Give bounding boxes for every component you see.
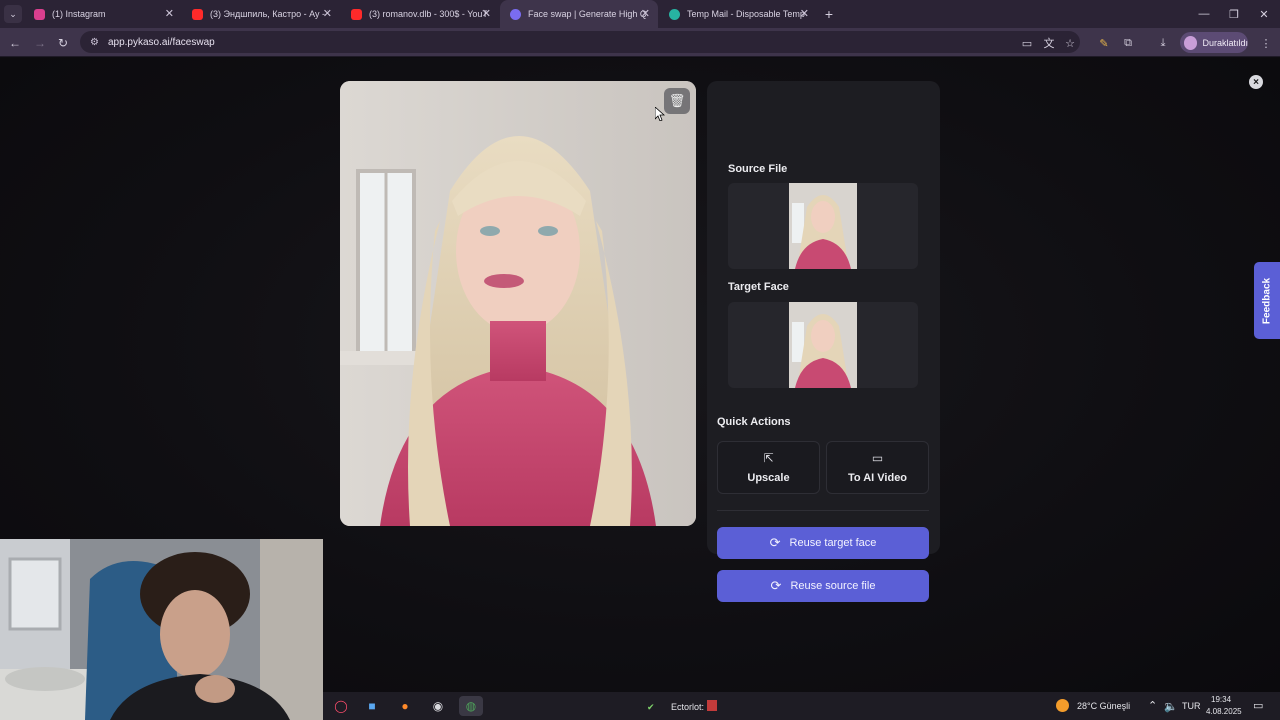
tab-faceswap[interactable]: Face swap | Generate High Qu ✕: [500, 0, 658, 28]
tab-title: (3) romanov.dlb - 300$ - YouTu: [369, 9, 487, 19]
to-ai-video-label: To AI Video: [847, 472, 908, 484]
video-icon: ▭: [871, 451, 884, 465]
source-thumbnail: [789, 183, 857, 269]
weather-icon[interactable]: [1056, 699, 1069, 712]
instagram-icon: [34, 8, 45, 20]
cast-icon[interactable]: ▭: [1018, 34, 1036, 52]
firefox-icon[interactable]: ●: [393, 696, 417, 716]
pykaso-icon: [510, 8, 521, 20]
tab-title: (3) Эндшпиль, Кастро - Ay - Yo: [210, 9, 328, 19]
clock-date[interactable]: 4.08.2025: [1206, 707, 1242, 716]
tab-close-icon[interactable]: ✕: [165, 7, 174, 20]
portrait-illustration: [340, 81, 696, 526]
tab-youtube-1[interactable]: (3) Эндшпиль, Кастро - Ay - Yo ✕: [182, 0, 340, 28]
reuse-target-face-button[interactable]: ⟳ Reuse target face: [717, 527, 929, 559]
source-file-title: Source File: [728, 163, 788, 175]
mouse-cursor: [655, 107, 665, 121]
upscale-icon: ⇱: [763, 451, 774, 465]
url-text: app.pykaso.ai/faceswap: [107, 36, 215, 48]
delete-image-button[interactable]: 🗑: [664, 88, 690, 114]
feedback-tab[interactable]: Feedback: [1254, 262, 1280, 339]
pen-extension-icon[interactable]: ✎: [1095, 34, 1113, 52]
notifications-icon[interactable]: ▭: [1253, 699, 1263, 712]
address-bar[interactable]: ⚙ app.pykaso.ai/faceswap: [80, 31, 1080, 53]
os-taskbar: ◯ ■ ● ◉ ◍ ✔ Ectorlot: 28°C Güneşli ⌃ ⌔ 🔈…: [323, 692, 1280, 720]
translate-icon[interactable]: 文: [1040, 34, 1058, 52]
upscale-label: Upscale: [747, 472, 790, 484]
bookmark-star-icon[interactable]: ☆: [1061, 34, 1079, 52]
tab-close-icon[interactable]: ✕: [641, 7, 650, 20]
chrome-icon[interactable]: ◍: [459, 696, 483, 716]
avatar: [1184, 35, 1198, 50]
back-icon[interactable]: ←: [6, 34, 24, 52]
trash-icon: 🗑: [668, 93, 686, 108]
youtube-icon: [192, 8, 203, 20]
tab-title: Face swap | Generate High Qu: [528, 9, 646, 19]
tab-title: Temp Mail - Disposable Tempo: [687, 9, 805, 19]
language-indicator[interactable]: TUR: [1182, 701, 1201, 711]
speaker-icon[interactable]: 🔈: [1164, 700, 1178, 713]
tab-youtube-2[interactable]: (3) romanov.dlb - 300$ - YouTu ✕: [341, 0, 499, 28]
target-face-title: Target Face: [728, 281, 789, 293]
minimize-button[interactable]: —: [1195, 5, 1213, 23]
quick-actions-title: Quick Actions: [717, 416, 791, 428]
download-icon[interactable]: ⤓: [1154, 34, 1172, 52]
close-modal-button[interactable]: ×: [1249, 75, 1263, 89]
maximize-button[interactable]: ❐: [1225, 5, 1243, 23]
file-explorer-icon[interactable]: ■: [360, 696, 384, 716]
panel-divider: [717, 510, 929, 511]
reload-icon[interactable]: ↻: [54, 34, 72, 52]
target-face-box[interactable]: [728, 302, 918, 388]
tray-chevron-icon[interactable]: ⌃: [1148, 699, 1157, 712]
upscale-button[interactable]: ⇱ Upscale: [717, 441, 820, 494]
extensions-icon[interactable]: ⧉: [1119, 34, 1137, 52]
profile-status: Duraklatıldı: [1202, 37, 1248, 48]
center-status-label: Ectorlot:: [671, 702, 705, 712]
window-close-button[interactable]: ✕: [1255, 5, 1273, 23]
tempmail-icon: [669, 8, 680, 20]
profile-button[interactable]: Duraklatıldı: [1180, 32, 1248, 53]
result-image: [340, 81, 696, 526]
feedback-label: Feedback: [1261, 277, 1273, 324]
refresh-icon: ⟳: [770, 578, 782, 593]
faceswap-panel: Source File Target Face Quick Actions ⇱ …: [707, 81, 940, 559]
youtube-icon: [351, 8, 362, 20]
target-thumbnail: [789, 302, 857, 388]
clock-time[interactable]: 19:34: [1211, 695, 1231, 704]
new-tab-button[interactable]: +: [820, 5, 838, 23]
tab-strip: ⌄ (1) Instagram ✕ (3) Эндшпиль, Кастро -…: [0, 0, 1280, 28]
site-info-icon[interactable]: ⚙: [90, 37, 99, 48]
reuse-source-file-button[interactable]: ⟳ Reuse source file: [717, 570, 929, 602]
weather-text[interactable]: 28°C Güneşli: [1077, 701, 1130, 711]
tab-close-icon[interactable]: ✕: [323, 7, 332, 20]
forward-icon[interactable]: →: [31, 34, 49, 52]
refresh-icon: ⟳: [769, 535, 781, 550]
source-file-box[interactable]: [728, 183, 918, 269]
tray-status-icon[interactable]: [707, 700, 717, 711]
tray-app-icon[interactable]: ✔: [647, 702, 655, 713]
reuse-target-label: Reuse target face: [789, 537, 877, 549]
tab-close-icon[interactable]: ✕: [800, 7, 809, 20]
reuse-source-label: Reuse source file: [790, 580, 876, 592]
webcam-overlay: [0, 539, 323, 720]
to-ai-video-button[interactable]: ▭ To AI Video: [826, 441, 929, 494]
tab-close-icon[interactable]: ✕: [482, 7, 491, 20]
browser-toolbar: ← → ↻ ⚙ app.pykaso.ai/faceswap ▭ 文 ☆ ✎ ⧉…: [0, 28, 1280, 57]
tab-title: (1) Instagram: [52, 9, 106, 19]
tab-instagram[interactable]: (1) Instagram ✕: [24, 0, 182, 28]
menu-kebab-icon[interactable]: ⋮: [1257, 34, 1275, 52]
opera-icon[interactable]: ◯: [329, 696, 353, 716]
obs-icon[interactable]: ◉: [426, 696, 450, 716]
webcam-feed: [0, 539, 323, 720]
tab-tempmail[interactable]: Temp Mail - Disposable Tempo ✕: [659, 0, 817, 28]
tab-search-button[interactable]: ⌄: [4, 5, 22, 23]
